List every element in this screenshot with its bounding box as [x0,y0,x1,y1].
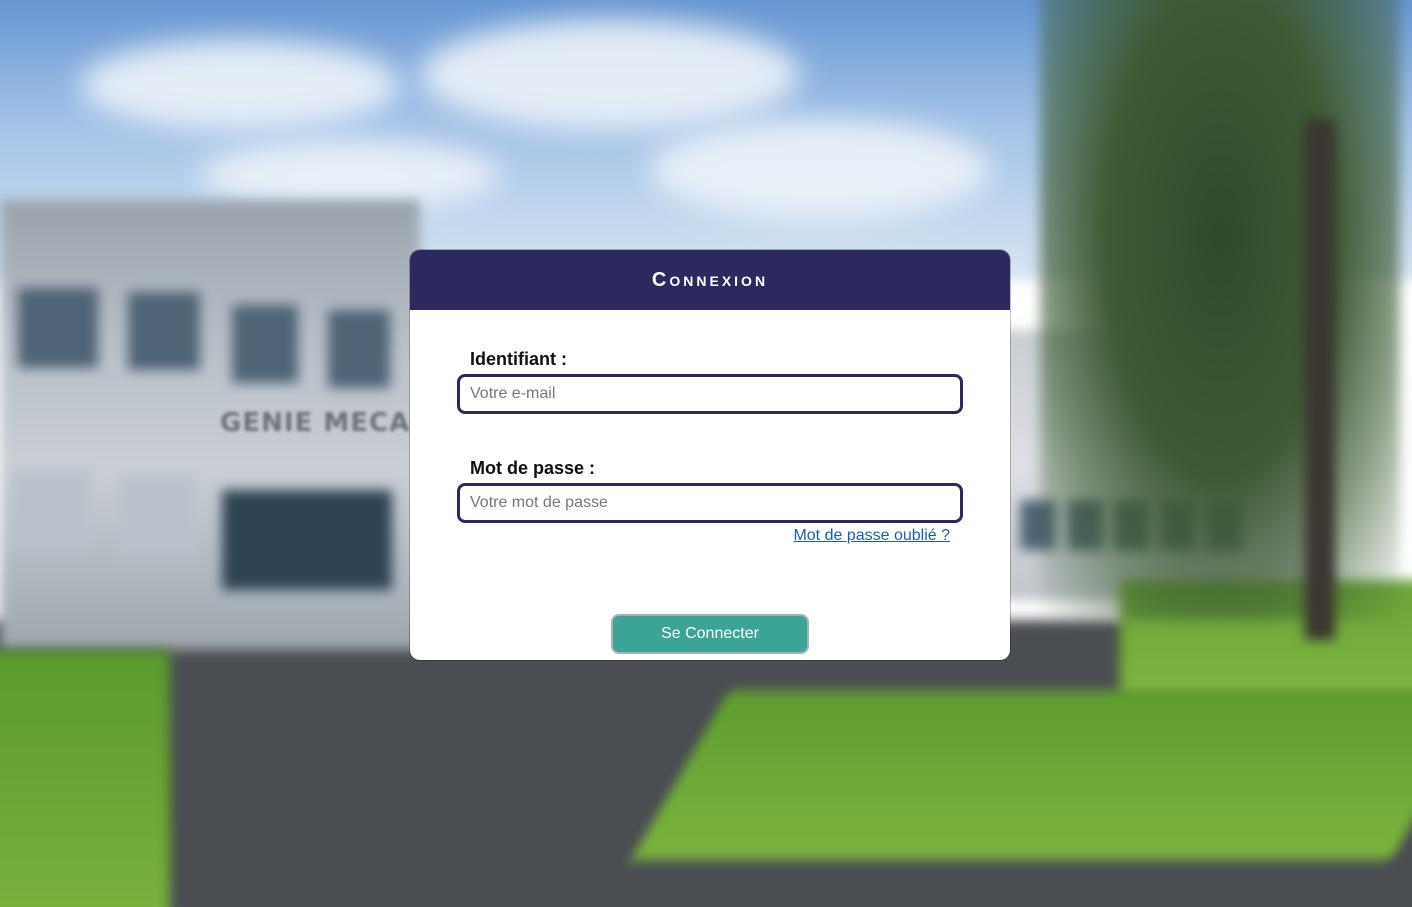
pine-tree [1040,0,1400,620]
building-sign: GENIE MECA [220,408,411,438]
cloud [650,120,990,220]
forgot-password-link[interactable]: Mot de passe oublié ? [793,527,950,545]
login-dialog: Connexion Identifiant : Mot de passe : M… [410,250,1010,660]
password-label: Mot de passe : [470,458,596,478]
lawn-right [630,690,1412,860]
login-button[interactable]: Se Connecter [611,614,809,654]
identifier-label: Identifiant : [470,349,567,369]
login-title: Connexion [651,268,769,291]
password-field[interactable] [457,483,963,523]
email-field[interactable] [457,374,963,414]
cloud [80,40,400,130]
cloud [420,20,800,130]
login-header: Connexion [410,250,1010,310]
tree-trunk [1305,120,1335,640]
lawn-left [0,650,170,907]
